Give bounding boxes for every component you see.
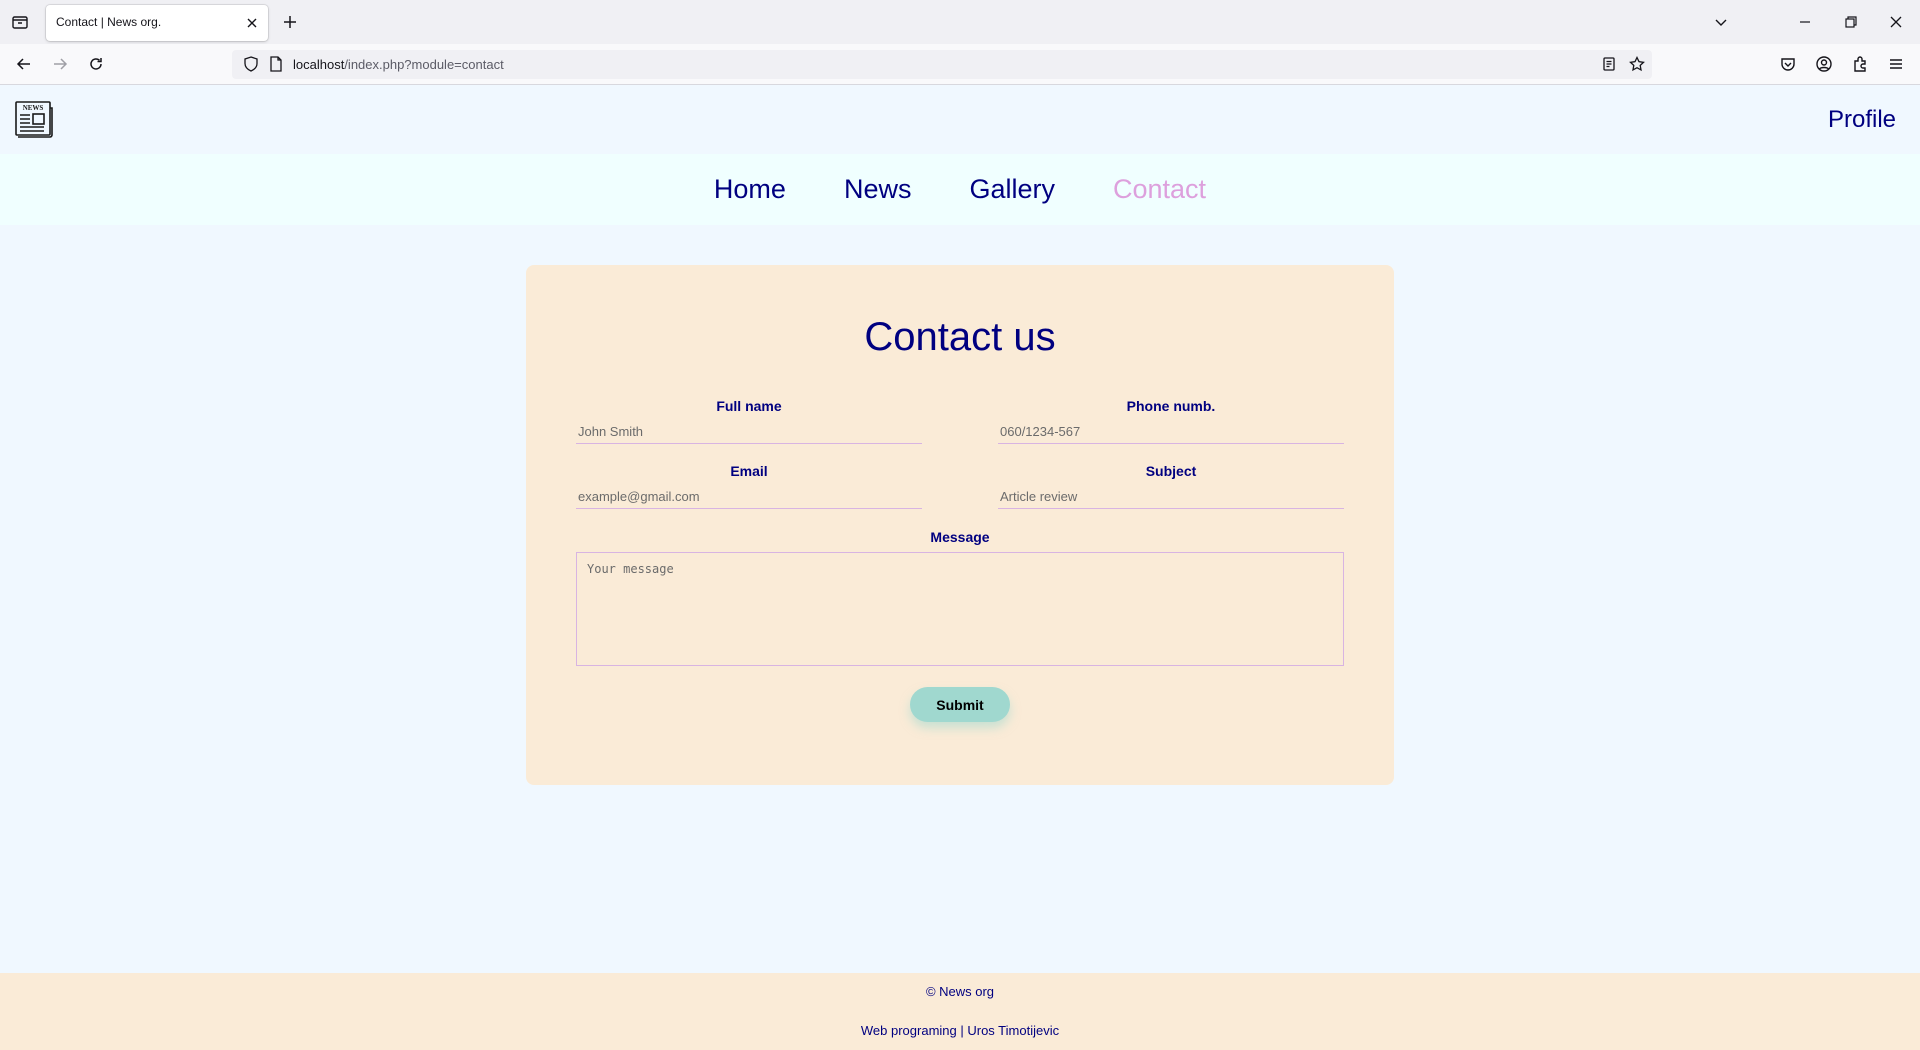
menu-hamburger-icon[interactable] (1886, 54, 1906, 74)
subject-group: Subject (998, 463, 1344, 509)
footer-copyright: © News org (925, 984, 995, 999)
url-host: localhost (293, 57, 345, 72)
nav-news[interactable]: News (844, 176, 912, 203)
browser-tab-active[interactable]: Contact | News org. (46, 5, 268, 41)
full-name-group: Full name (576, 398, 922, 444)
bookmark-star-icon[interactable] (1628, 55, 1646, 73)
account-icon[interactable] (1814, 54, 1834, 74)
restore-icon[interactable] (1841, 12, 1861, 32)
site-footer: © News org Web programing | Uros Timotij… (0, 973, 1920, 1050)
profile-link[interactable]: Profile (1828, 106, 1896, 134)
url-path: /index.php?module=contact (344, 57, 504, 72)
new-tab-icon[interactable] (280, 12, 300, 32)
email-input[interactable] (576, 485, 922, 509)
extensions-icon[interactable] (1850, 54, 1870, 74)
main-nav: Home News Gallery Contact (0, 154, 1920, 225)
page-icon[interactable] (267, 55, 285, 73)
address-bar[interactable]: localhost/index.php?module=contact (232, 50, 1652, 79)
subject-input[interactable] (998, 485, 1344, 509)
full-name-label: Full name (716, 398, 782, 414)
phone-group: Phone numb. (998, 398, 1344, 444)
nav-home[interactable]: Home (714, 176, 786, 203)
pocket-icon[interactable] (1778, 54, 1798, 74)
back-arrow-icon[interactable] (14, 54, 34, 74)
subject-label: Subject (1145, 463, 1197, 479)
tab-overflow-chevron-icon[interactable] (1711, 12, 1731, 32)
page-title: Contact us (864, 315, 1056, 359)
shield-icon[interactable] (242, 55, 260, 73)
footer-credits: Web programing | Uros Timotijevic (860, 1023, 1060, 1038)
full-name-input[interactable] (576, 420, 922, 444)
close-window-icon[interactable] (1886, 12, 1906, 32)
reader-view-icon[interactable] (1600, 55, 1618, 73)
phone-label: Phone numb. (1126, 398, 1216, 414)
forward-arrow-icon[interactable] (50, 54, 70, 74)
logo-text: NEWS (23, 104, 44, 112)
tab-title: Contact | News org. (56, 15, 162, 29)
url-text[interactable]: localhost/index.php?module=contact (293, 57, 504, 72)
web-page: NEWS Profile Home News Gallery Contact C… (0, 85, 1920, 1050)
contact-card: Contact us Full name Phone numb. Email S… (526, 265, 1394, 785)
email-group: Email (576, 463, 922, 509)
phone-input[interactable] (998, 420, 1344, 444)
newspaper-logo-icon[interactable]: NEWS (14, 100, 54, 138)
tab-close-icon[interactable] (244, 15, 260, 31)
tab-list-icon[interactable] (10, 12, 30, 32)
nav-contact[interactable]: Contact (1113, 176, 1206, 203)
reload-icon[interactable] (86, 54, 106, 74)
message-label: Message (930, 529, 990, 545)
email-label: Email (730, 463, 768, 479)
minimize-icon[interactable] (1795, 12, 1815, 32)
submit-button[interactable]: Submit (910, 687, 1010, 722)
message-textarea[interactable] (576, 552, 1344, 666)
nav-gallery[interactable]: Gallery (969, 176, 1055, 203)
browser-nav-bar: localhost/index.php?module=contact (0, 44, 1920, 85)
site-header: NEWS Profile (0, 85, 1920, 154)
browser-tab-bar: Contact | News org. (0, 0, 1920, 44)
